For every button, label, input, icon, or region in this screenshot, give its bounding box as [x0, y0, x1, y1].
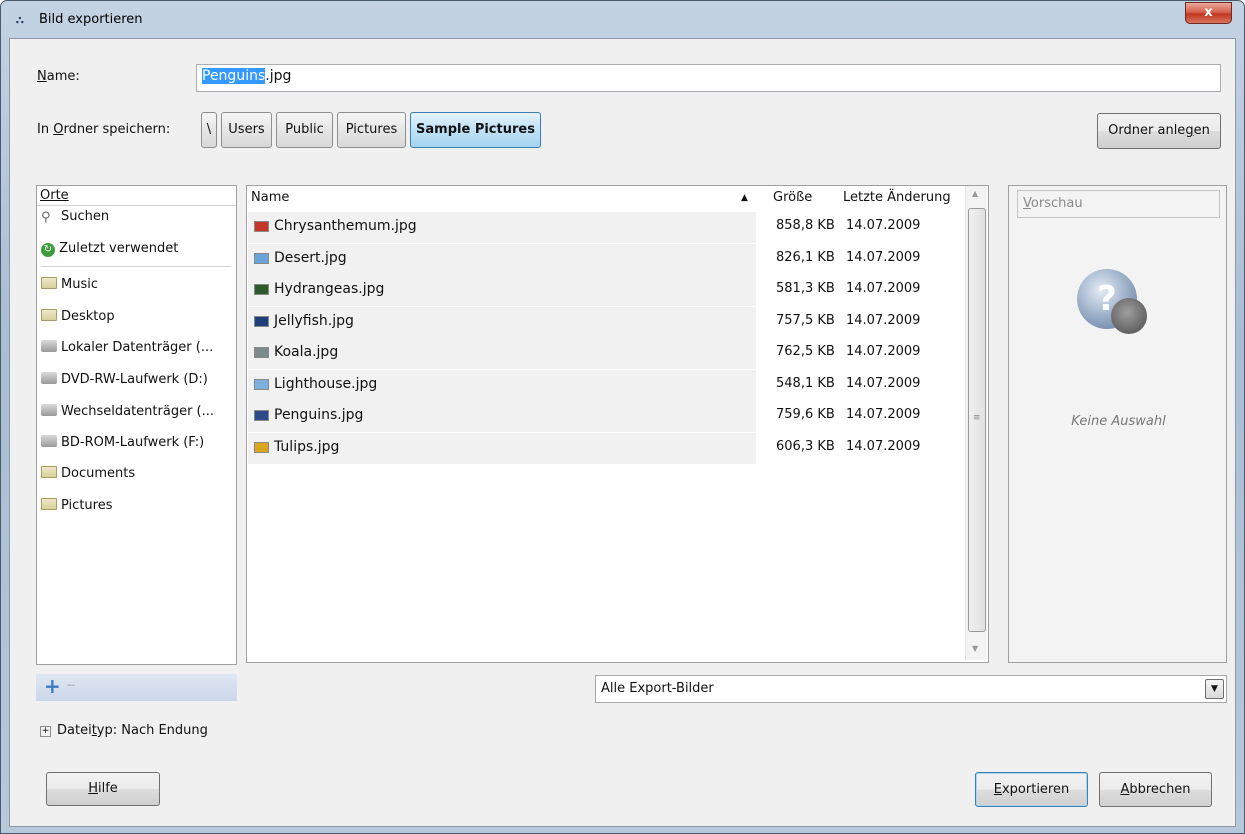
place-bd-rom-drive[interactable]: BD-ROM-Laufwerk (F:) [41, 431, 204, 455]
place-search[interactable]: ⚲ Suchen [41, 205, 109, 229]
file-row[interactable]: Koala.jpg 762,5 KB 14.07.2009 [248, 338, 920, 369]
image-thumbnail-icon [254, 316, 269, 327]
file-row[interactable]: Chrysanthemum.jpg 858,8 KB 14.07.2009 [248, 212, 920, 243]
place-music[interactable]: Music [41, 273, 98, 297]
folder-icon [41, 277, 57, 289]
breadcrumb-users[interactable]: Users [221, 112, 272, 148]
add-bookmark-icon[interactable]: + [44, 674, 61, 698]
create-folder-accel: g [1185, 123, 1194, 138]
filename-selected-text: Penguins [202, 68, 266, 84]
places-separator [41, 266, 231, 267]
chevron-down-icon[interactable]: ▼ [1205, 679, 1224, 699]
create-folder-pre: Ordner anle [1108, 123, 1186, 138]
preview-header[interactable]: Vorschau [1017, 190, 1220, 218]
search-icon: ⚲ [41, 210, 51, 225]
preview-panel: Vorschau ? Keine Auswahl [1008, 185, 1227, 663]
place-dvd-drive[interactable]: DVD-RW-Laufwerk (D:) [41, 368, 208, 392]
image-thumbnail-icon [254, 442, 269, 453]
file-list-scrollbar[interactable]: ▲ ≡ ▼ [965, 186, 987, 660]
breadcrumb-sample-pictures[interactable]: Sample Pictures [410, 112, 541, 148]
places-header[interactable]: Orte [37, 186, 236, 206]
file-row[interactable]: Tulips.jpg 606,3 KB 14.07.2009 [248, 433, 920, 464]
remove-bookmark-icon[interactable]: − [66, 678, 76, 692]
scroll-up-arrow-icon[interactable]: ▲ [972, 189, 978, 198]
file-row[interactable]: Desert.jpg 826,1 KB 14.07.2009 [248, 244, 920, 275]
folder-icon [41, 466, 57, 478]
bookmark-toolbar: + − [36, 674, 237, 701]
save-in-label-accel: O [53, 122, 64, 137]
image-thumbnail-icon [254, 379, 269, 390]
gimp-mascot-icon [1111, 298, 1147, 334]
folder-icon [41, 309, 57, 321]
save-in-label-pre: In [37, 122, 54, 137]
close-button[interactable]: x [1185, 2, 1232, 24]
cancel-button[interactable]: Abbrechen [1099, 772, 1212, 807]
place-removable-drive[interactable]: Wechseldatenträger (... [41, 400, 214, 424]
help-button[interactable]: Hilfe [46, 772, 160, 806]
drive-icon [41, 340, 57, 352]
save-in-label-rest: rdner speichern: [63, 122, 171, 137]
column-header-name[interactable]: Name [251, 186, 289, 210]
name-label-rest: ame: [46, 69, 80, 84]
file-row[interactable]: Hydrangeas.jpg 581,3 KB 14.07.2009 [248, 275, 920, 306]
breadcrumb-pictures[interactable]: Pictures [337, 112, 406, 148]
scrollbar-thumb[interactable]: ≡ [968, 208, 986, 632]
image-thumbnail-icon [254, 221, 269, 232]
file-row[interactable]: Jellyfish.jpg 757,5 KB 14.07.2009 [248, 307, 920, 338]
optical-drive-icon [41, 372, 57, 384]
place-recent[interactable]: ↻ Zuletzt verwendet [41, 237, 178, 261]
file-row[interactable]: Lighthouse.jpg 548,1 KB 14.07.2009 [248, 370, 920, 401]
image-thumbnail-icon [254, 410, 269, 421]
file-list: Name ▲ Größe Letzte Änderung Chrysanthem… [246, 185, 989, 663]
export-dialog-window: ⛬ Bild exportieren x Name: Penguins.jpg … [0, 0, 1245, 834]
column-header-size[interactable]: Größe [773, 186, 812, 210]
removable-drive-icon [41, 404, 57, 416]
name-label: Name: [37, 69, 80, 84]
optical-drive-icon [41, 435, 57, 447]
file-filter-select[interactable]: Alle Export-Bilder ▼ [595, 675, 1227, 703]
place-local-disk[interactable]: Lokaler Datenträger (... [41, 336, 213, 360]
image-thumbnail-icon [254, 347, 269, 358]
file-row[interactable]: Penguins.jpg 759,6 KB 14.07.2009 [248, 401, 920, 432]
image-thumbnail-icon [254, 284, 269, 295]
places-panel: Orte ⚲ Suchen ↻ Zuletzt verwendet Music D… [36, 185, 237, 665]
name-label-accel: N [37, 69, 47, 84]
save-in-folder-label: In Ordner speichern: [37, 122, 170, 137]
create-folder-button[interactable]: Ordner anlegen [1097, 113, 1221, 149]
sort-ascending-icon: ▲ [741, 193, 748, 203]
filename-extension: .jpg [265, 68, 292, 84]
recent-icon: ↻ [41, 243, 55, 257]
breadcrumb-root[interactable]: \ [201, 112, 217, 148]
scroll-down-arrow-icon[interactable]: ▼ [972, 644, 978, 653]
place-pictures[interactable]: Pictures [41, 494, 112, 518]
image-thumbnail-icon [254, 253, 269, 264]
no-selection-text: Keine Auswahl [1071, 414, 1166, 429]
scrollbar-grip-icon: ≡ [973, 413, 981, 423]
dialog-body: Name: Penguins.jpg In Ordner speichern: … [9, 38, 1236, 827]
place-documents[interactable]: Documents [41, 462, 135, 486]
filename-input[interactable]: Penguins.jpg [196, 64, 1221, 92]
breadcrumb-public[interactable]: Public [276, 112, 333, 148]
create-folder-post: en [1193, 123, 1210, 138]
column-header-modified[interactable]: Letzte Änderung [843, 186, 951, 210]
window-title: Bild exportieren [39, 12, 143, 27]
gimp-icon: ⛬ [16, 13, 24, 26]
folder-icon [41, 498, 57, 510]
export-button[interactable]: Exportieren [975, 772, 1088, 807]
filetype-expander[interactable]: + Dateityp: Nach Endung [40, 723, 208, 738]
title-bar[interactable]: ⛬ Bild exportieren x [1, 1, 1244, 37]
expand-plus-icon: + [40, 726, 51, 737]
place-desktop[interactable]: Desktop [41, 305, 115, 329]
